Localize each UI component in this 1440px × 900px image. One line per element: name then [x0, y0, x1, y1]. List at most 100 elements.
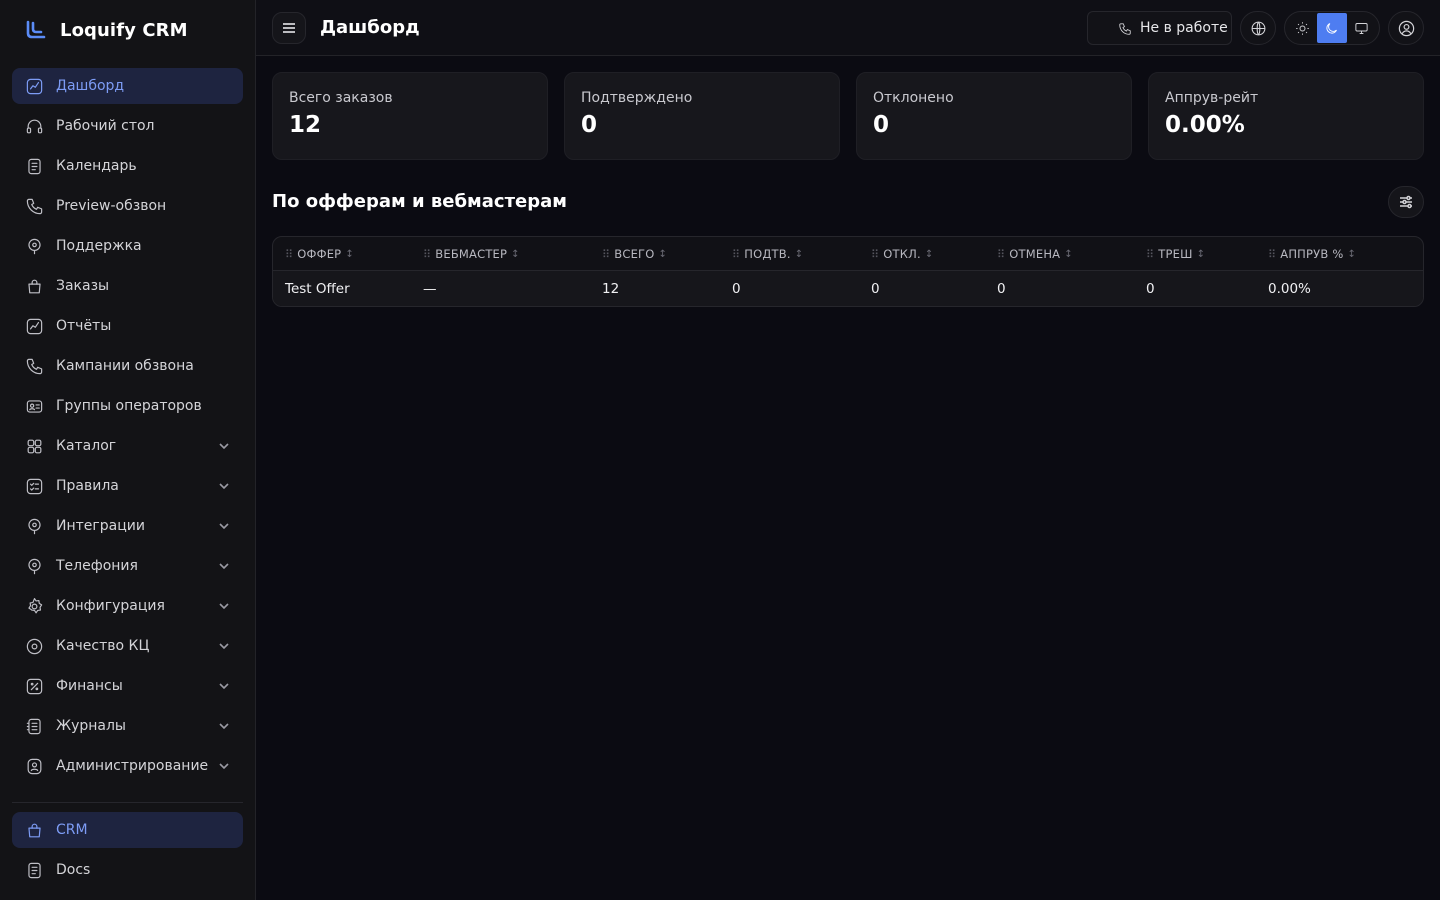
sidebar-item-качество-кц[interactable]: Качество КЦ: [12, 628, 243, 664]
sidebar-item-label: Администрирование: [56, 758, 209, 774]
work-status-button[interactable]: Не в работе: [1087, 11, 1232, 45]
chevron-down-icon[interactable]: [217, 479, 231, 493]
table-settings-button[interactable]: [1388, 186, 1424, 218]
sort-icon: ↕: [794, 248, 804, 260]
sidebar-item-preview-обзвон[interactable]: Preview-обзвон: [12, 188, 243, 224]
table-header: ⠿ ОФФЕР ↕ ⠿ ВЕБМАСТЕР ↕ ⠿ ВСЕГО ↕ ⠿ ПОДТВ. ↕ ⠿ ОТ…: [273, 237, 1423, 271]
sort-icon: ↕: [345, 248, 354, 260]
chevron-down-icon[interactable]: [217, 639, 231, 653]
phone-icon: [24, 196, 44, 216]
column-header-approve[interactable]: ⠿ АППРУВ % ↕: [1268, 237, 1356, 271]
sort-icon: ↕: [1064, 248, 1073, 260]
sidebar-item-заказы[interactable]: Заказы: [12, 268, 243, 304]
stat-label: Подтверждено: [581, 90, 693, 106]
sidebar-item-кампании-обзвона[interactable]: Кампании обзвона: [12, 348, 243, 384]
sidebar-item-docs[interactable]: Docs: [12, 852, 243, 888]
chevron-down-icon[interactable]: [217, 599, 231, 613]
stat-label: Всего заказов: [289, 90, 393, 106]
chevron-down-icon[interactable]: [217, 439, 231, 453]
drag-handle-icon[interactable]: ⠿: [602, 248, 610, 261]
stat-value: 0: [581, 112, 598, 138]
chevron-down-icon[interactable]: [217, 559, 231, 573]
chevron-down-icon[interactable]: [217, 719, 231, 733]
user-menu-button[interactable]: [1388, 11, 1424, 45]
stat-value: 0.00%: [1165, 112, 1245, 138]
stat-card-confirmed: Подтверждено 0: [564, 72, 840, 160]
chart-line-icon: [24, 316, 44, 336]
location-pin-icon: [24, 556, 44, 576]
menu-toggle-button[interactable]: [272, 12, 306, 44]
stat-label: Отклонено: [873, 90, 954, 106]
sidebar-item-отчёты[interactable]: Отчёты: [12, 308, 243, 344]
column-label: ВЕБМАСТЕР: [435, 247, 508, 261]
column-header-webmaster[interactable]: ⠿ ВЕБМАСТЕР ↕: [423, 237, 520, 271]
sidebar-item-журналы[interactable]: Журналы: [12, 708, 243, 744]
column-header-offer[interactable]: ⠿ ОФФЕР ↕: [285, 237, 354, 271]
theme-system-button[interactable]: [1347, 13, 1376, 43]
sort-icon: ↕: [511, 248, 520, 260]
sidebar-nav: Дашборд Рабочий стол Календарь Preview-обзв…: [12, 68, 243, 788]
brand[interactable]: Loquify CRM: [24, 18, 188, 42]
sort-icon: ↕: [658, 248, 668, 260]
sidebar-item-crm[interactable]: CRM: [12, 812, 243, 848]
column-header-rejected[interactable]: ⠿ ОТКЛ. ↕: [871, 237, 933, 271]
sort-icon: ↕: [1196, 248, 1206, 260]
sidebar-item-группы-операторов[interactable]: Группы операторов: [12, 388, 243, 424]
sidebar-item-конфигурация[interactable]: Конфигурация: [12, 588, 243, 624]
offers-table: ⠿ ОФФЕР ↕ ⠿ ВЕБМАСТЕР ↕ ⠿ ВСЕГО ↕ ⠿ ПОДТВ. ↕ ⠿ ОТ…: [272, 236, 1424, 307]
moon-icon: [1326, 22, 1338, 34]
column-header-cancel[interactable]: ⠿ ОТМЕНА ↕: [997, 237, 1073, 271]
sidebar-item-label: Поддержка: [56, 238, 142, 254]
column-header-total[interactable]: ⠿ ВСЕГО ↕: [602, 237, 667, 271]
drag-handle-icon[interactable]: ⠿: [997, 248, 1005, 261]
document-icon: [24, 156, 44, 176]
column-header-trash[interactable]: ⠿ ТРЕШ ↕: [1146, 237, 1205, 271]
monitor-icon: [1355, 22, 1368, 34]
sidebar-item-рабочий-стол[interactable]: Рабочий стол: [12, 108, 243, 144]
sidebar-item-дашборд[interactable]: Дашборд: [12, 68, 243, 104]
drag-handle-icon[interactable]: ⠿: [423, 248, 431, 261]
chevron-down-icon[interactable]: [217, 519, 231, 533]
shopping-bag-icon: [24, 276, 44, 296]
sidebar-item-финансы[interactable]: Финансы: [12, 668, 243, 704]
sidebar-item-label: Кампании обзвона: [56, 358, 194, 374]
sidebar-item-правила[interactable]: Правила: [12, 468, 243, 504]
table-row[interactable]: Test Offer — 12 0 0 0 0 0.00%: [273, 271, 1423, 306]
drag-handle-icon[interactable]: ⠿: [1268, 248, 1276, 261]
column-label: ТРЕШ: [1158, 247, 1193, 261]
phone-icon: [1119, 23, 1131, 35]
globe-icon: [1251, 21, 1265, 35]
chevron-down-icon[interactable]: [217, 679, 231, 693]
stat-card-approve-rate: Аппрув-рейт 0.00%: [1148, 72, 1424, 160]
checklist-icon: [24, 476, 44, 496]
hamburger-icon: [283, 23, 295, 33]
language-button[interactable]: [1240, 11, 1276, 45]
theme-light-button[interactable]: [1288, 13, 1317, 43]
sidebar-item-label: Рабочий стол: [56, 118, 155, 134]
theme-switcher: [1284, 11, 1380, 45]
drag-handle-icon[interactable]: ⠿: [1146, 248, 1154, 261]
user-circle-icon: [1398, 20, 1414, 36]
sidebar-item-поддержка[interactable]: Поддержка: [12, 228, 243, 264]
cell-offer: Test Offer: [285, 281, 350, 297]
sidebar-item-телефония[interactable]: Телефония: [12, 548, 243, 584]
sidebar-item-каталог[interactable]: Каталог: [12, 428, 243, 464]
sidebar-item-интеграции[interactable]: Интеграции: [12, 508, 243, 544]
sidebar-item-label: Качество КЦ: [56, 638, 150, 654]
sidebar-item-календарь[interactable]: Календарь: [12, 148, 243, 184]
sidebar-item-администрирование[interactable]: Администрирование: [12, 748, 243, 784]
cell-rejected: 0: [871, 281, 880, 297]
user-shield-icon: [24, 756, 44, 776]
sidebar-item-label: Docs: [56, 862, 91, 878]
drag-handle-icon[interactable]: ⠿: [871, 248, 879, 261]
drag-handle-icon[interactable]: ⠿: [732, 248, 740, 261]
chevron-down-icon[interactable]: [217, 759, 231, 773]
drag-handle-icon[interactable]: ⠿: [285, 248, 293, 261]
theme-dark-button[interactable]: [1317, 13, 1347, 43]
sidebar-item-label: Календарь: [56, 158, 137, 174]
sliders-icon: [1400, 195, 1412, 209]
sidebar-item-label: Дашборд: [56, 78, 125, 94]
brand-name: Loquify CRM: [60, 19, 188, 41]
column-header-confirmed[interactable]: ⠿ ПОДТВ. ↕: [732, 237, 803, 271]
column-label: АППРУВ %: [1280, 247, 1344, 261]
